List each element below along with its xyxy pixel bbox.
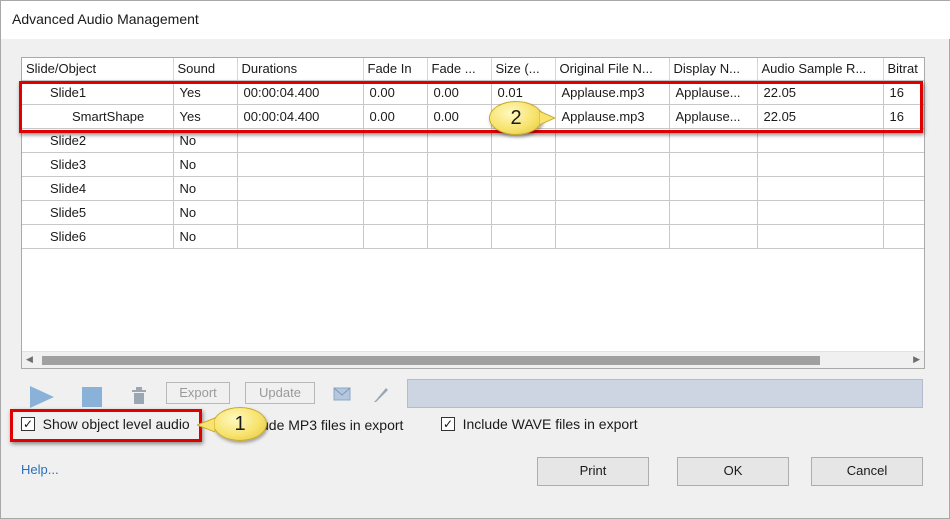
audio-toolbar: Export Update [21, 379, 925, 409]
cell-object: Slide6 [22, 224, 174, 249]
include-mp3-label: ude MP3 files in export [261, 416, 404, 433]
cell-size [491, 152, 556, 177]
cell-sound: No [173, 224, 238, 249]
cancel-button[interactable]: Cancel [811, 457, 923, 486]
cell-fade-in [363, 224, 428, 249]
cell-object: Slide5 [22, 200, 174, 225]
column-header-display-name[interactable]: Display N... [669, 58, 758, 81]
column-header-bitrate[interactable]: Bitrat [883, 58, 924, 81]
pencil-icon[interactable] [373, 385, 391, 403]
include-wave-checkbox[interactable]: ✓ [441, 416, 455, 431]
table-row[interactable]: Slide5 No [22, 200, 924, 225]
cell-fade-in [363, 176, 428, 201]
cell-bitrate [883, 224, 924, 249]
table-row[interactable]: Slide3 No [22, 152, 924, 177]
cell-display-name [669, 176, 758, 201]
stop-icon[interactable] [81, 386, 103, 408]
table-row[interactable]: Slide4 No [22, 176, 924, 201]
scrollbar-thumb[interactable] [42, 356, 820, 365]
column-header-object[interactable]: Slide/Object [22, 58, 174, 81]
table-row[interactable]: Slide6 No [22, 224, 924, 249]
print-button[interactable]: Print [537, 457, 649, 486]
cell-size [491, 200, 556, 225]
cell-sample-rate [757, 152, 884, 177]
cell-sample-rate [757, 200, 884, 225]
column-header-durations[interactable]: Durations [237, 58, 364, 81]
play-icon[interactable] [29, 385, 55, 409]
column-header-sample-rate[interactable]: Audio Sample R... [757, 58, 884, 81]
update-button[interactable]: Update [245, 382, 315, 404]
cell-duration [237, 224, 364, 249]
cell-original-file [555, 152, 670, 177]
cell-object: Slide3 [22, 152, 174, 177]
trash-icon[interactable] [131, 387, 147, 405]
cell-duration [237, 152, 364, 177]
column-header-fade-in[interactable]: Fade In [363, 58, 428, 81]
cell-sound: No [173, 152, 238, 177]
advanced-audio-dialog: Advanced Audio Management Slide/Object S… [0, 0, 950, 519]
cell-bitrate [883, 176, 924, 201]
cell-fade-in [363, 152, 428, 177]
callout-one: 1 [213, 407, 267, 441]
cell-original-file [555, 224, 670, 249]
help-link[interactable]: Help... [21, 462, 59, 477]
envelope-icon[interactable] [333, 387, 351, 401]
callout-two-number: 2 [510, 106, 522, 129]
include-mp3-option[interactable]: ude MP3 files in export [257, 416, 403, 438]
cell-display-name [669, 152, 758, 177]
cell-sample-rate [757, 224, 884, 249]
cell-fade-out [427, 152, 492, 177]
column-header-fade-out[interactable]: Fade ... [427, 58, 492, 81]
cell-object: Slide4 [22, 176, 174, 201]
audio-path-field[interactable] [407, 379, 923, 408]
callout-one-number: 1 [234, 412, 246, 435]
cell-sample-rate [757, 176, 884, 201]
column-header-size[interactable]: Size (... [491, 58, 556, 81]
include-wave-option[interactable]: ✓ Include WAVE files in export [441, 415, 638, 437]
scroll-right-icon[interactable]: ▶ [913, 354, 920, 365]
cell-bitrate [883, 152, 924, 177]
horizontal-scrollbar[interactable]: ◀ ▶ [22, 351, 924, 368]
cell-duration [237, 200, 364, 225]
callout-two: 2 [489, 101, 543, 135]
export-button[interactable]: Export [166, 382, 230, 404]
cell-fade-out [427, 176, 492, 201]
column-header-sound[interactable]: Sound [173, 58, 238, 81]
cell-duration [237, 176, 364, 201]
cell-size [491, 224, 556, 249]
callout-two-pointer [539, 110, 555, 126]
scroll-left-icon[interactable]: ◀ [26, 354, 33, 365]
highlight-audio-rows [19, 81, 923, 133]
table-header-row: Slide/Object Sound Durations Fade In Fad… [22, 58, 924, 81]
highlight-object-level-option [10, 409, 202, 442]
cell-fade-out [427, 224, 492, 249]
cell-sound: No [173, 200, 238, 225]
cell-display-name [669, 224, 758, 249]
include-wave-label: Include WAVE files in export [462, 415, 638, 432]
cell-size [491, 176, 556, 201]
dialog-title: Advanced Audio Management [1, 1, 950, 39]
cell-display-name [669, 200, 758, 225]
cell-fade-out [427, 200, 492, 225]
cell-original-file [555, 200, 670, 225]
cell-fade-in [363, 200, 428, 225]
cell-bitrate [883, 200, 924, 225]
cell-original-file [555, 176, 670, 201]
cell-sound: No [173, 176, 238, 201]
callout-one-pointer [197, 417, 215, 433]
ok-button[interactable]: OK [677, 457, 789, 486]
column-header-original-file[interactable]: Original File N... [555, 58, 670, 81]
